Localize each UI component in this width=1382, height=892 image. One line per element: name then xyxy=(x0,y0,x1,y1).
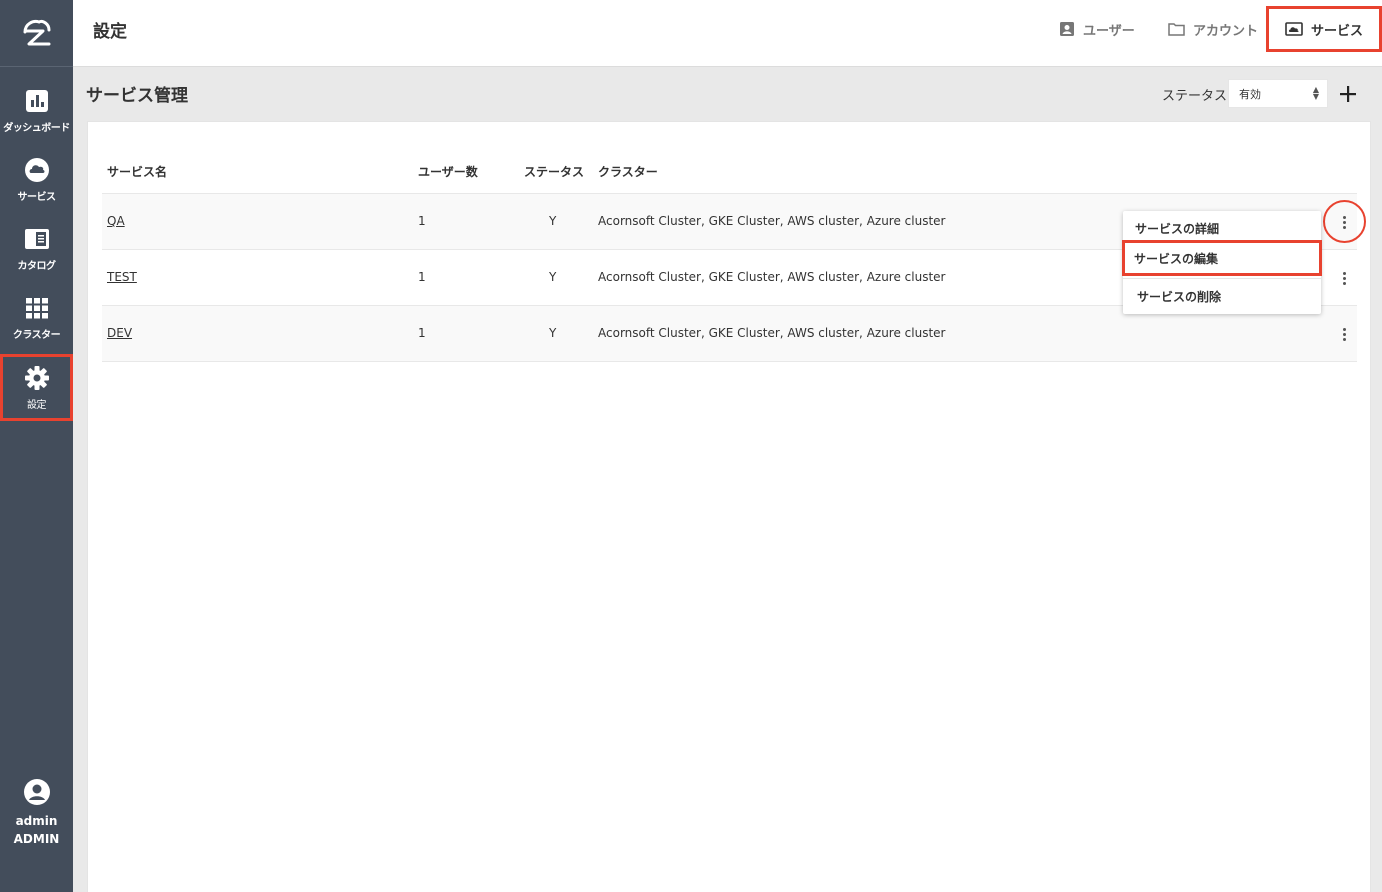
user-count: 1 xyxy=(418,214,426,228)
plus-icon xyxy=(1340,86,1356,102)
add-service-button[interactable] xyxy=(1337,83,1359,105)
sidebar-item-label: ダッシュボード xyxy=(3,123,70,134)
kebab-dot xyxy=(1342,281,1346,285)
kebab-dot xyxy=(1342,271,1346,275)
tab-accounts[interactable]: アカウント xyxy=(1168,6,1258,52)
tab-services[interactable]: サービス xyxy=(1266,6,1382,52)
logo-icon xyxy=(23,20,50,46)
sidebar-item-label: クラスター xyxy=(12,330,61,341)
avatar-icon xyxy=(23,779,50,805)
user-name: admin xyxy=(15,814,58,828)
sidebar-item-catalog[interactable]: カタログ xyxy=(0,208,73,274)
status-filter-value: 有効 xyxy=(1239,87,1261,101)
sidebar-item-label: サービス xyxy=(17,192,57,203)
table-divider xyxy=(102,361,1357,362)
page-title: 設定 xyxy=(93,22,127,42)
top-header: 設定 ユーザー アカウント サービス xyxy=(73,0,1382,67)
dashboard-chart-icon xyxy=(24,88,50,114)
tab-users[interactable]: ユーザー xyxy=(1059,6,1135,52)
user-role: ADMIN xyxy=(13,832,60,846)
cloud-icon xyxy=(24,157,50,183)
grid-icon xyxy=(24,295,50,321)
cluster-list: Acornsoft Cluster, GKE Cluster, AWS clus… xyxy=(598,270,946,284)
column-header-service-name[interactable]: サービス名 xyxy=(107,163,167,180)
gear-icon xyxy=(24,365,50,391)
catalog-book-icon xyxy=(24,226,50,252)
section-title: サービス管理 xyxy=(86,86,188,106)
row-actions-button[interactable] xyxy=(1339,268,1349,288)
row-actions-menu: サービスの詳細 サービスの編集 サービスの削除 xyxy=(1122,211,1322,314)
service-name-link[interactable]: QA xyxy=(107,214,125,228)
kebab-dot xyxy=(1342,327,1346,331)
kebab-dot xyxy=(1342,276,1346,280)
kebab-dot xyxy=(1342,332,1346,336)
status-value: Y xyxy=(549,326,557,340)
select-arrows-icon: ▲ ▼ xyxy=(1312,85,1319,101)
column-header-cluster[interactable]: クラスター xyxy=(598,163,658,180)
user-card-icon xyxy=(1060,22,1074,36)
menu-item-delete-service[interactable]: サービスの削除 xyxy=(1123,279,1321,313)
kebab-dot xyxy=(1342,337,1346,341)
column-header-status[interactable]: ステータス xyxy=(524,163,584,180)
column-header-user-count[interactable]: ユーザー数 xyxy=(418,163,478,180)
user-count: 1 xyxy=(418,270,426,284)
user-profile[interactable]: admin ADMIN xyxy=(0,778,73,846)
cloud-box-icon xyxy=(1285,22,1303,36)
sidebar: ダッシュボード サービス カタログ クラスター 設定 admin ADMIN xyxy=(0,0,73,892)
highlight-ring xyxy=(1323,200,1366,243)
sidebar-item-settings[interactable]: 設定 xyxy=(0,354,73,421)
row-actions-button[interactable] xyxy=(1339,324,1349,344)
folder-icon xyxy=(1168,23,1185,36)
cluster-list: Acornsoft Cluster, GKE Cluster, AWS clus… xyxy=(598,214,946,228)
sidebar-item-services[interactable]: サービス xyxy=(0,139,73,205)
status-value: Y xyxy=(549,270,557,284)
sidebar-item-clusters[interactable]: クラスター xyxy=(0,277,73,343)
cluster-list: Acornsoft Cluster, GKE Cluster, AWS clus… xyxy=(598,326,946,340)
status-value: Y xyxy=(549,214,557,228)
menu-item-edit-service[interactable]: サービスの編集 xyxy=(1122,240,1322,276)
sidebar-item-label: 設定 xyxy=(27,400,47,411)
service-name-link[interactable]: TEST xyxy=(107,270,137,284)
tab-label: ユーザー xyxy=(1083,23,1135,39)
sidebar-item-label: カタログ xyxy=(17,261,57,272)
app-logo[interactable] xyxy=(0,0,73,67)
status-filter-select[interactable]: 有効 ▲ ▼ xyxy=(1228,79,1328,108)
tab-label: アカウント xyxy=(1193,23,1259,39)
sidebar-item-dashboard[interactable]: ダッシュボード xyxy=(0,70,73,136)
service-name-link[interactable]: DEV xyxy=(107,326,132,340)
tab-label: サービス xyxy=(1311,23,1364,39)
user-count: 1 xyxy=(418,326,426,340)
